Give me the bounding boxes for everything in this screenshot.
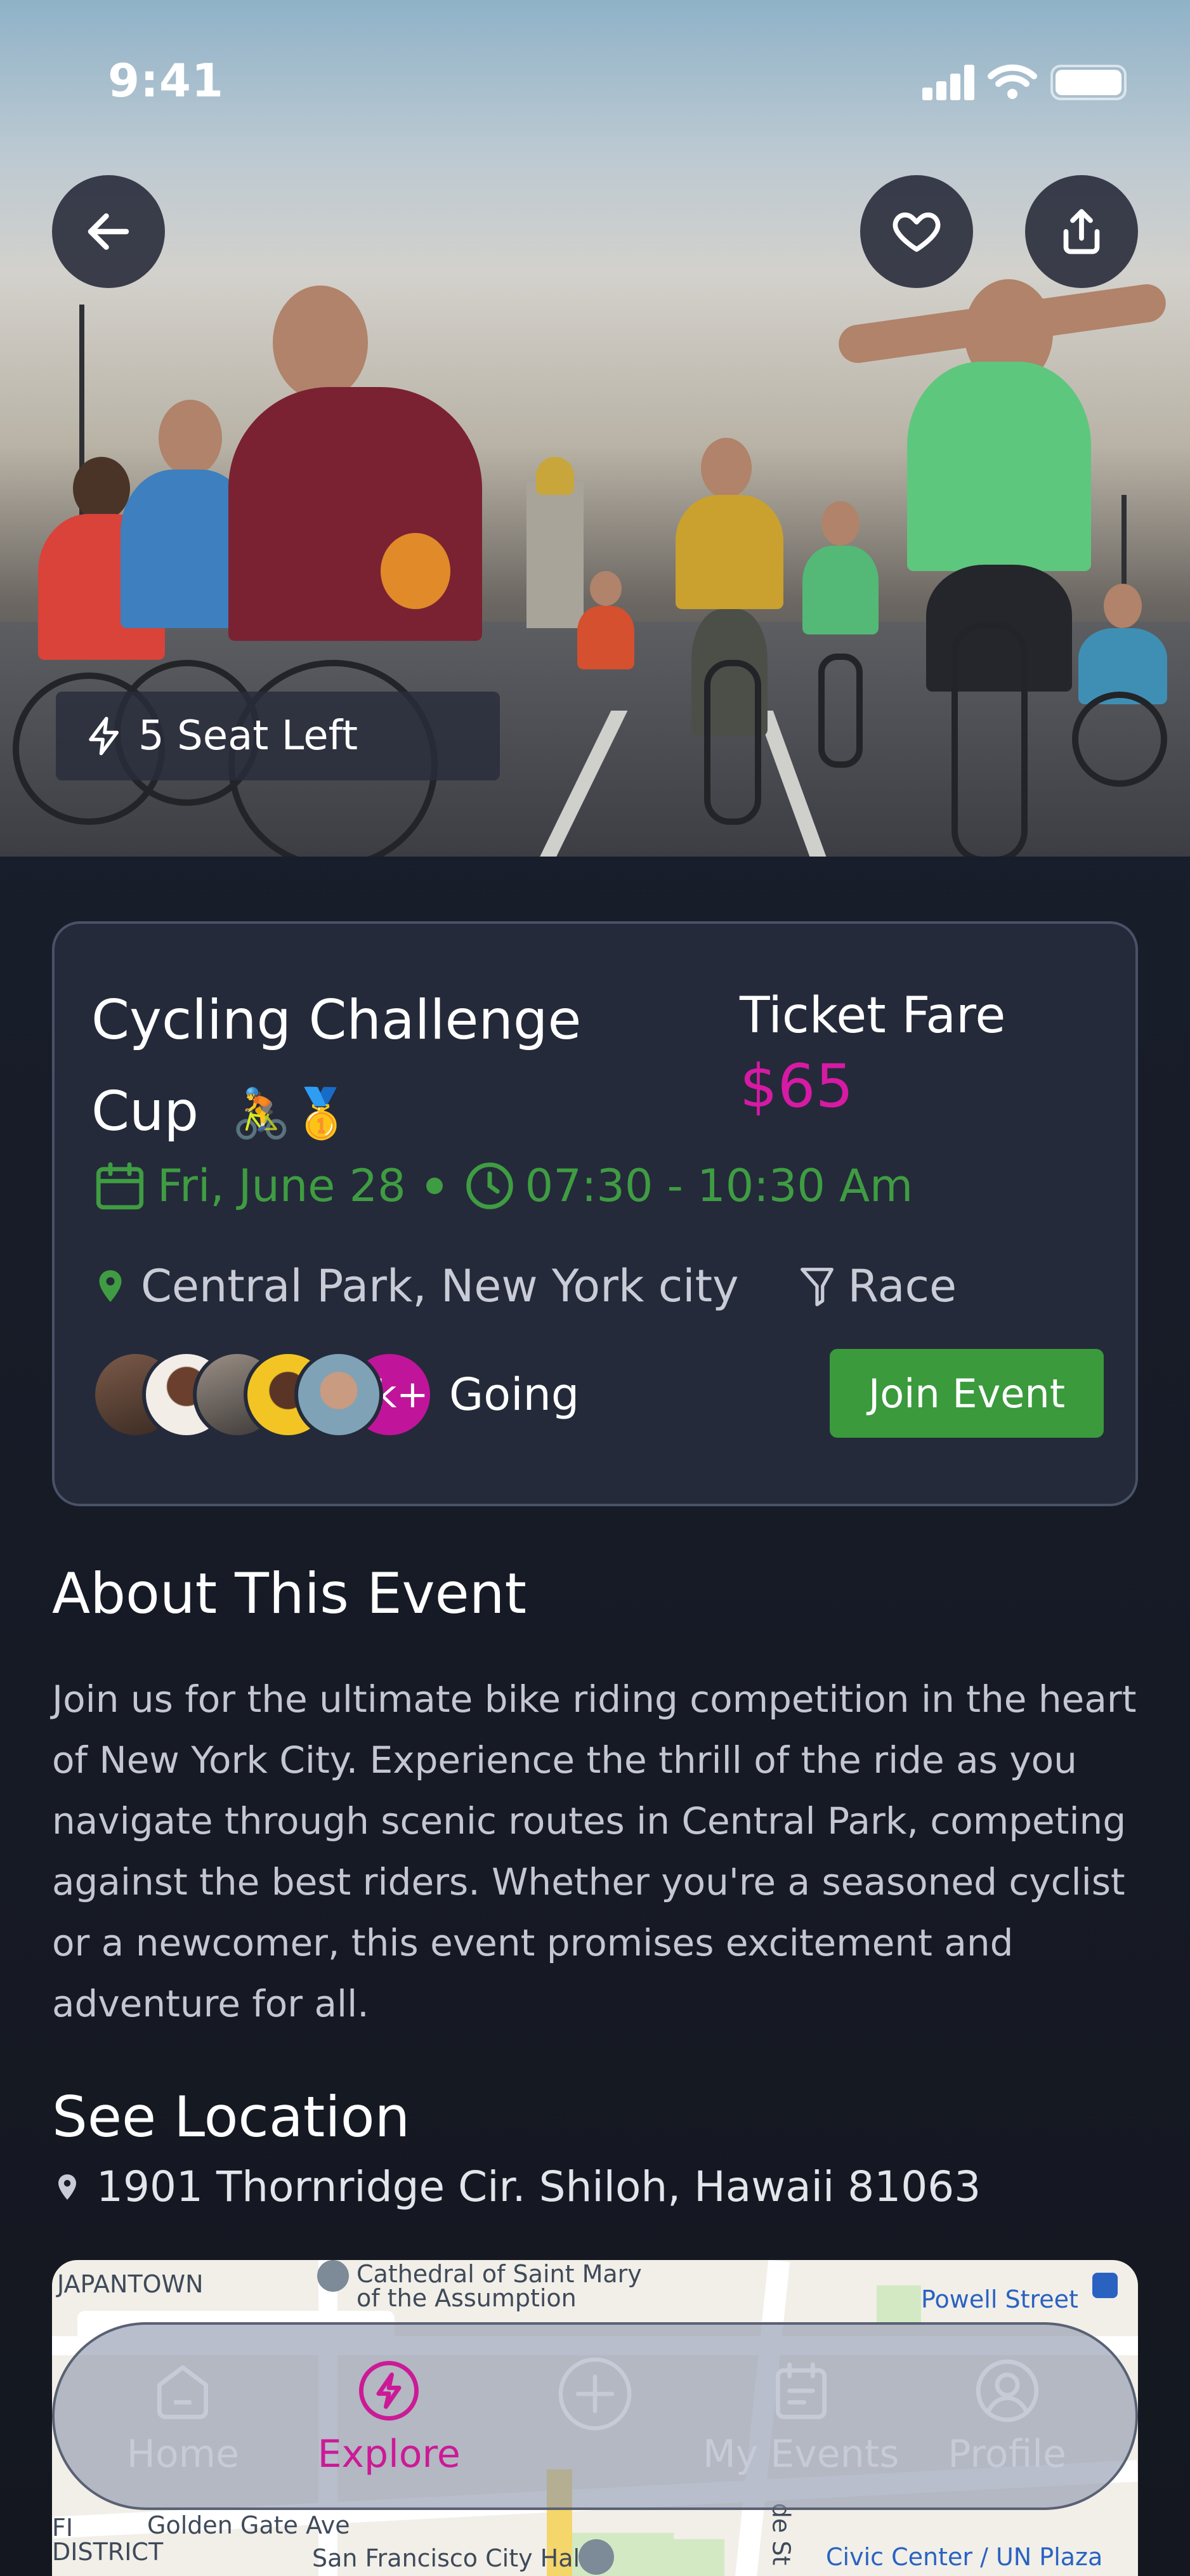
map-label: DISTRICT — [52, 2538, 164, 2566]
event-category-label: Race — [847, 1260, 957, 1312]
address-row: 1901 Thornridge Cir. Shiloh, Hawaii 8106… — [52, 2162, 981, 2211]
wifi-icon — [988, 64, 1037, 99]
nav-explore-label: Explore — [317, 2432, 461, 2476]
lightning-icon — [89, 716, 119, 756]
add-icon — [558, 2357, 632, 2431]
map-label: JAPANTOWN — [57, 2270, 204, 2298]
profile-icon — [976, 2359, 1038, 2422]
map-label: of the Assumption — [356, 2284, 577, 2312]
cyclist — [1040, 584, 1190, 787]
nav-home[interactable]: Home — [80, 2356, 286, 2476]
nav-home-label: Home — [126, 2432, 239, 2476]
back-button[interactable] — [52, 175, 165, 288]
event-location: Central Park, New York city — [141, 1260, 739, 1312]
ticket-fare-label: Ticket Fare — [740, 987, 1006, 1044]
calendar-icon — [775, 2362, 827, 2419]
nav-add[interactable] — [492, 2353, 698, 2480]
share-button[interactable] — [1025, 175, 1138, 288]
join-event-button[interactable]: Join Event — [830, 1349, 1104, 1438]
map-label: de St — [767, 2502, 795, 2566]
transit-icon — [1092, 2273, 1118, 2298]
map-marker — [579, 2539, 614, 2575]
explore-icon — [359, 2361, 419, 2421]
event-info-card: Cycling Challenge Cup 🚴🥇 Ticket Fare $65… — [52, 921, 1138, 1506]
ticket-price: $65 — [740, 1052, 854, 1121]
map-label: Civic Center / UN Plaza — [826, 2543, 1103, 2571]
about-text: Join us for the ultimate bike riding com… — [52, 1678, 1137, 2025]
map-label: San Francisco City Hall — [312, 2544, 587, 2572]
status-time: 9:41 — [108, 54, 225, 107]
location-title: See Location — [52, 2084, 410, 2150]
map-label: Powell Street — [921, 2285, 1078, 2313]
calendar-icon — [96, 1162, 144, 1210]
location-pin-icon — [99, 1270, 122, 1302]
event-location-row: Central Park, New York city Race — [91, 1260, 957, 1312]
event-date: Fri, June 28 — [157, 1160, 406, 1212]
attendee-avatars[interactable]: 2k+ Going — [91, 1350, 579, 1439]
about-title: About This Event — [52, 1561, 527, 1626]
nav-explore[interactable]: Explore — [286, 2356, 492, 2476]
signal-icon — [922, 63, 974, 100]
heart-icon — [893, 212, 941, 252]
event-time: 07:30 - 10:30 Am — [525, 1160, 913, 1212]
nav-profile-label: Profile — [948, 2432, 1066, 2476]
share-icon — [1063, 209, 1100, 254]
avatar — [294, 1350, 383, 1439]
event-title: Cycling Challenge Cup 🚴🥇 — [91, 975, 688, 1159]
favorite-button[interactable] — [860, 175, 973, 288]
location-pin-icon — [58, 2174, 76, 2200]
map-label: Golden Gate Ave — [147, 2511, 350, 2539]
event-title-emoji: 🚴🥇 — [231, 1085, 351, 1141]
event-details-screen: 9:41 5 Seat Left Cycling Challenge Cup 🚴… — [0, 0, 1190, 2576]
going-label: Going — [449, 1369, 580, 1421]
nav-profile[interactable]: Profile — [904, 2356, 1110, 2476]
nav-my-events-label: My Events — [703, 2432, 899, 2476]
monument-statue — [536, 457, 574, 495]
event-category: Race — [795, 1260, 957, 1312]
event-datetime: Fri, June 28 07:30 - 10:30 Am — [91, 1157, 913, 1214]
status-icons — [922, 62, 1127, 100]
seats-left-badge: 5 Seat Left — [56, 692, 500, 780]
map-marker — [317, 2260, 349, 2292]
battery-icon — [1050, 65, 1127, 100]
separator-dot — [426, 1178, 443, 1194]
event-hero-image: 9:41 5 Seat Left — [0, 0, 1190, 857]
bottom-nav: Home Explore My Events Profile — [52, 2322, 1138, 2510]
address-text: 1901 Thornridge Cir. Shiloh, Hawaii 8106… — [96, 2162, 981, 2211]
seats-left-text: 5 Seat Left — [138, 713, 358, 759]
clock-icon — [466, 1162, 513, 1209]
home-icon — [157, 2365, 209, 2419]
arrow-left-icon — [88, 213, 129, 250]
tag-icon — [800, 1268, 834, 1306]
nav-my-events[interactable]: My Events — [698, 2356, 904, 2476]
cyclist — [571, 571, 641, 698]
cyclist — [381, 520, 457, 615]
cyclist — [660, 431, 799, 825]
